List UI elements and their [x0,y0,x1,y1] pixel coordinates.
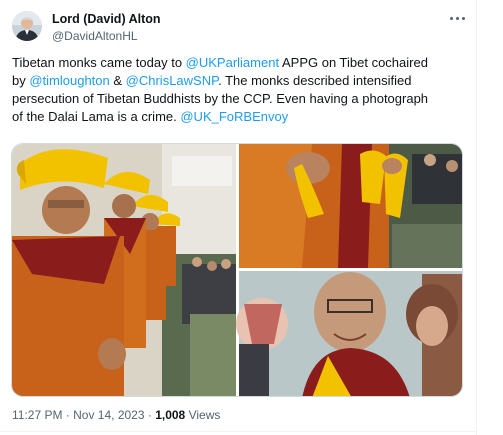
tweet-text-segment: Tibetan monks came today to [12,55,186,70]
tweet-text-segment: persecution of Tibetan Buddhists by the … [12,91,429,106]
more-options-icon[interactable] [446,10,468,26]
tweet-card: Lord (David) Alton @DavidAltonHL Tibetan… [0,0,476,435]
mention-link[interactable]: @UK_FoRBEnvoy [180,109,288,124]
mention-link[interactable]: @ChrisLawSNP [126,73,218,88]
tweet-text: Tibetan monks came today to @UKParliamen… [12,54,468,126]
author-name[interactable]: Lord (David) Alton [52,12,161,26]
column-divider [476,0,477,435]
author-handle[interactable]: @DavidAltonHL [52,29,138,43]
tweet-text-segment: & [109,73,126,88]
tweet-text-segment: of the Dalai Lama is a crime. [12,109,181,124]
photo-monks-praying[interactable] [239,144,463,268]
media-grid [11,143,463,397]
tweet-meta: 11:27 PM · Nov 14, 2023 · 1,008 Views [12,408,220,422]
tweet-text-segment: APPG on Tibet cochaired [279,55,428,70]
meta-separator: · [144,408,156,422]
mention-link[interactable]: @timloughton [29,73,109,88]
author-avatar[interactable] [12,11,42,41]
views-label: Views [185,408,221,422]
photo-monks-line[interactable] [12,144,236,397]
tweet-text-segment: . The monks described intensified [218,73,412,88]
photo-dalai-lama[interactable] [236,271,463,397]
mention-link[interactable]: @UKParliament [186,55,279,70]
divider [0,431,476,432]
tweet-text-segment: by [12,73,30,88]
timestamp[interactable]: 11:27 PM · Nov 14, 2023 [12,408,145,422]
view-count: 1,008 [155,408,186,422]
